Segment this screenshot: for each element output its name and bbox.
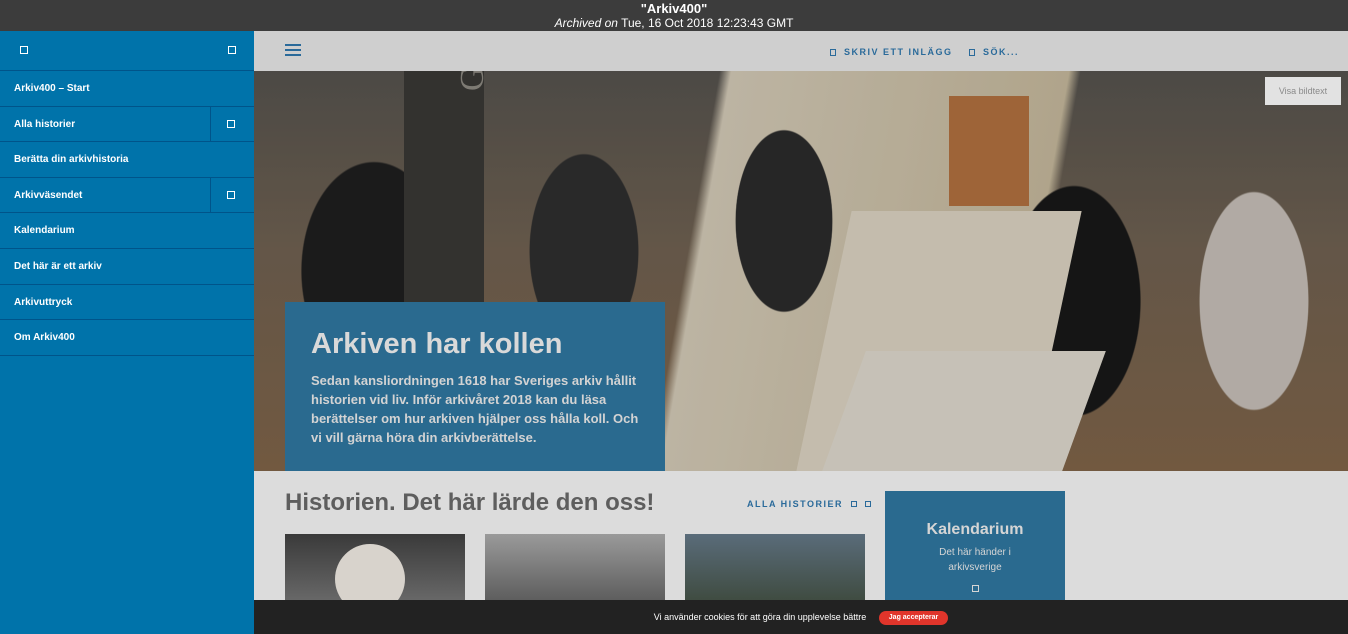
home-icon[interactable]	[20, 46, 28, 54]
all-stories-link[interactable]: ALLA HISTORIER	[747, 499, 872, 509]
sidebar-item-about[interactable]: Om Arkiv400	[0, 320, 254, 356]
sidebar: Arkiv400 – Start Alla historier Berätta …	[0, 31, 254, 634]
sidebar-item-tell-story[interactable]: Berätta din arkivhistoria	[0, 142, 254, 178]
hero-title: Arkiven har kollen	[311, 328, 563, 360]
write-post-link[interactable]: SKRIV ETT INLÄGG	[830, 47, 953, 57]
history-section-title: Historien. Det här lärde den oss!	[285, 489, 655, 516]
arrow-icon	[971, 585, 979, 592]
accept-cookies-button[interactable]: Jag accepterar	[878, 611, 949, 625]
story-thumbnail[interactable]	[685, 534, 865, 604]
top-navigation: SKRIV ETT INLÄGG SÖK...	[254, 31, 1348, 71]
sidebar-header	[0, 31, 254, 71]
show-caption-button[interactable]: Visa bildtext	[1265, 77, 1341, 105]
search-icon	[969, 49, 975, 56]
sidebar-item-start[interactable]: Arkiv400 – Start	[0, 71, 254, 107]
calendar-subtitle: Det här händer i arkivsverige	[939, 547, 1011, 573]
chevron-down-icon	[227, 190, 235, 199]
hero-body: Sedan kansliordningen 1618 har Sveriges …	[311, 373, 639, 445]
sidebar-item-expressions[interactable]: Arkivuttryck	[0, 285, 254, 321]
hero-text-box: Arkiven har kollen Sedan kansliordningen…	[285, 302, 665, 471]
expand-toggle[interactable]	[210, 177, 254, 213]
chevron-down-icon	[227, 119, 235, 128]
hero-image: Galleri Visa bildtext Arkiven har kollen…	[254, 71, 1348, 471]
archive-banner: "Arkiv400" Archived on Tue, 16 Oct 2018 …	[0, 0, 1348, 31]
sidebar-item-archives[interactable]: Arkivväsendet	[0, 177, 254, 214]
archive-title: "Arkiv400"	[640, 1, 708, 16]
close-icon[interactable]	[228, 46, 236, 54]
story-thumbnail[interactable]	[285, 534, 465, 604]
arrow-icon	[851, 501, 858, 507]
arrow-icon	[865, 501, 872, 507]
pencil-icon	[830, 49, 836, 56]
main-content: SKRIV ETT INLÄGG SÖK... Galleri Visa bil…	[254, 31, 1348, 634]
cookie-text: Vi använder cookies för att göra din upp…	[653, 612, 867, 622]
story-thumbnail[interactable]	[485, 534, 665, 604]
calendar-title: Kalendarium	[926, 521, 1024, 538]
calendar-widget[interactable]: Kalendarium Det här händer i arkivsverig…	[885, 491, 1065, 604]
sidebar-item-calendar[interactable]: Kalendarium	[0, 213, 254, 249]
menu-icon[interactable]	[285, 44, 301, 56]
sidebar-item-this-is-archive[interactable]: Det här är ett arkiv	[0, 249, 254, 285]
sidebar-item-all-stories[interactable]: Alla historier	[0, 106, 254, 143]
archive-date: Archived on Tue, 16 Oct 2018 12:23:43 GM…	[554, 16, 794, 30]
cookie-banner: Vi använder cookies för att göra din upp…	[254, 600, 1348, 634]
search-link[interactable]: SÖK...	[969, 47, 1019, 57]
expand-toggle[interactable]	[210, 106, 254, 142]
